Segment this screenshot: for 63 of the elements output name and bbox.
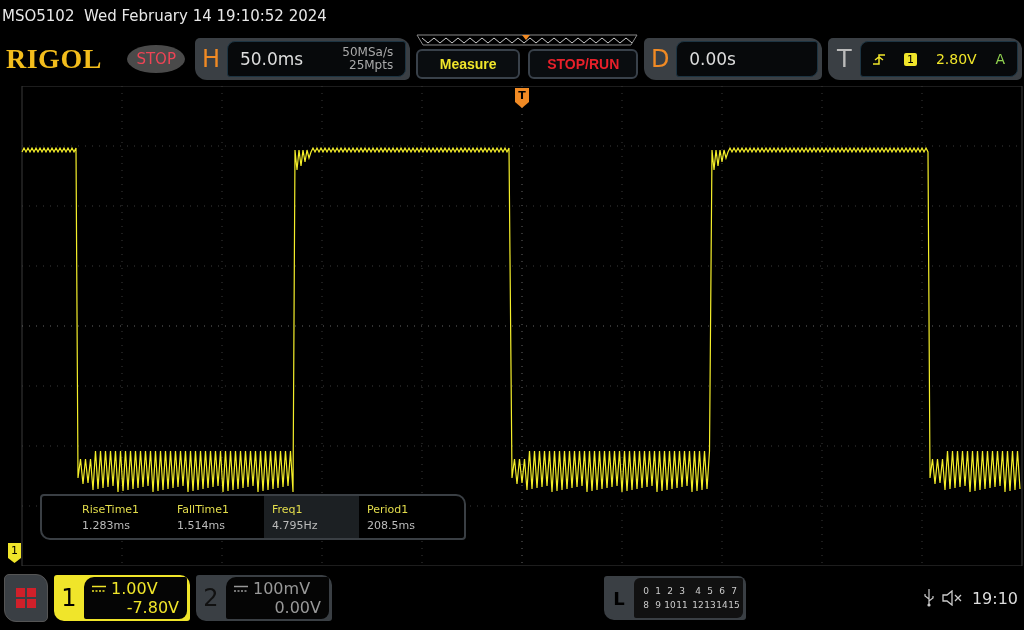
menu-button[interactable] — [4, 574, 48, 622]
stop-run-button[interactable]: STOP/RUN — [528, 48, 639, 79]
dc-coupling-icon — [92, 584, 106, 593]
speaker-muted-icon — [941, 590, 964, 606]
rising-edge-icon — [873, 53, 886, 65]
clock-time: 19:10 — [971, 588, 1018, 608]
model-and-date: MSO5102 Wed February 14 19:10:52 2024 — [2, 7, 327, 25]
panel-label: H — [200, 45, 221, 73]
logic-channel-number: 10 — [664, 600, 676, 610]
logic-channel-number: 15 — [728, 600, 740, 610]
measurement-name: RiseTime1 — [82, 502, 141, 516]
logic-channel-number: 14 — [716, 600, 728, 610]
measurement-name: FallTime1 — [177, 502, 231, 516]
logic-channel-number: 7 — [730, 586, 738, 596]
measurement-value: 1.514ms — [177, 518, 226, 532]
logic-channel-number: 2 — [666, 586, 674, 596]
measurement-name: Freq1 — [272, 502, 304, 516]
logic-channel-number: 9 — [654, 600, 662, 610]
trigger-position-marker[interactable]: T — [515, 88, 529, 108]
sample-rate: 50MSa/s — [342, 46, 394, 59]
logo: RIGOL — [6, 43, 103, 75]
logic-channel-number: 5 — [706, 586, 714, 596]
panel-label: D — [649, 45, 671, 73]
measure-button[interactable]: Measure — [416, 48, 521, 79]
logic-channel-number: 11 — [676, 600, 688, 610]
channel-offset: -7.80V — [126, 598, 179, 617]
dc-coupling-icon — [234, 584, 248, 593]
memory-depth: 25Mpts — [349, 59, 394, 72]
horizontal-panel[interactable]: H 50.0ms 50MSa/s 25Mpts — [194, 38, 411, 80]
measurement-value: 208.5ms — [367, 518, 416, 532]
channel-offset-marker[interactable]: 1 — [8, 543, 21, 563]
usb-icon — [923, 589, 934, 607]
logic-channel-number: 12 — [692, 600, 704, 610]
trigger-level: 2.80V — [935, 51, 977, 67]
measurement-value: 1.283ms — [82, 518, 131, 532]
channel-number: 1 — [60, 583, 78, 614]
logic-channel-number: 6 — [718, 586, 726, 596]
delay-panel[interactable]: D 0.00s — [644, 38, 823, 80]
measurement-value: 4.795Hz — [272, 518, 319, 532]
measurement-item[interactable]: Period1 208.5ms — [359, 496, 454, 538]
measurement-name: Period1 — [367, 502, 410, 516]
trigger-mode: A — [995, 51, 1005, 67]
logic-channel-number: 13 — [704, 600, 716, 610]
measurement-item[interactable]: FallTime1 1.514ms — [169, 496, 264, 538]
channel-scale: 1.00V — [111, 579, 158, 598]
grid-icon — [16, 588, 36, 608]
logic-channel-number: 3 — [678, 586, 686, 596]
delay-value: 0.00s — [689, 49, 736, 69]
channel-panel[interactable]: 1 1.00V -7.80V — [54, 575, 190, 621]
panel-label: T — [835, 45, 853, 73]
measurement-item[interactable]: Freq1 4.795Hz — [264, 496, 359, 538]
trigger-source: 1 — [904, 52, 918, 66]
channel-offset: 0.00V — [274, 598, 321, 617]
trigger-panel[interactable]: T 1 2.80V A — [828, 38, 1022, 80]
timebase: 50.0ms — [239, 49, 304, 69]
logic-channel-number: 8 — [642, 600, 650, 610]
logic-channel-number: 1 — [654, 586, 662, 596]
logic-channel-number: 0 — [642, 586, 650, 596]
logic-panel[interactable]: L 0 1 2 3 4 5 6 7 8 9 10 11 12 13 14 15 — [604, 576, 746, 620]
channel-scale: 100mV — [253, 579, 311, 598]
panel-label: L — [612, 586, 626, 611]
logic-channel-number: 4 — [694, 586, 702, 596]
measurement-item[interactable]: RiseTime1 1.283ms — [74, 496, 169, 538]
